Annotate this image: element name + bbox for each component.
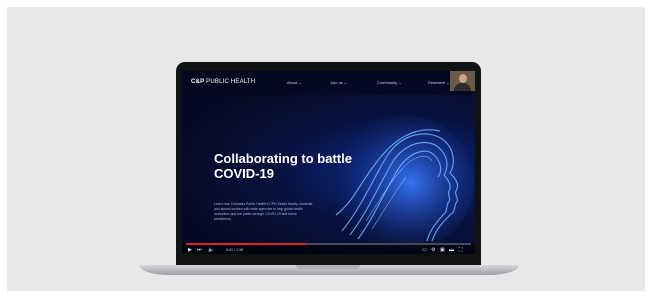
hero-title: Collaborating to battle COVID-19	[214, 151, 352, 181]
next-icon[interactable]: ⏭	[197, 247, 202, 253]
settings-icon[interactable]: ⚙	[431, 247, 435, 253]
video-progress-fill	[186, 243, 306, 245]
person-head	[459, 74, 467, 83]
nav-research[interactable]: Research ⌄	[428, 80, 450, 85]
nav-community[interactable]: Community ⌄	[377, 80, 402, 85]
nav-about[interactable]: About ⌄	[287, 80, 302, 85]
subtitles-icon[interactable]: ▭	[422, 247, 427, 253]
fullscreen-icon[interactable]: ⛶	[459, 247, 463, 253]
video-time: 0:41 / 1:38	[226, 248, 243, 252]
face-profile-artwork	[334, 115, 474, 251]
site-logo[interactable]: C&P PUBLIC HEALTH	[191, 79, 255, 85]
play-icon[interactable]: ▶	[188, 247, 192, 253]
miniplayer-icon[interactable]: ▣	[440, 247, 445, 253]
nav-join-us[interactable]: Join us ⌄	[330, 80, 347, 85]
logo-text: PUBLIC HEALTH	[206, 79, 256, 85]
person-torso	[454, 83, 471, 91]
logo-mark: C&P	[191, 79, 205, 85]
site-navbar: C&P PUBLIC HEALTH About ⌄ Join us ⌄ Comm…	[182, 71, 475, 95]
video-progress-bar[interactable]	[186, 243, 471, 245]
volume-icon[interactable]: 🔈	[208, 247, 214, 253]
webcam-overlay	[450, 71, 475, 91]
video-display[interactable]: C&P PUBLIC HEALTH About ⌄ Join us ⌄ Comm…	[182, 71, 475, 254]
laptop-notch	[296, 265, 360, 269]
theater-icon[interactable]: ▬	[449, 247, 454, 253]
hero-description: Learn how Columbia Public Health’s CPH S…	[214, 202, 314, 221]
